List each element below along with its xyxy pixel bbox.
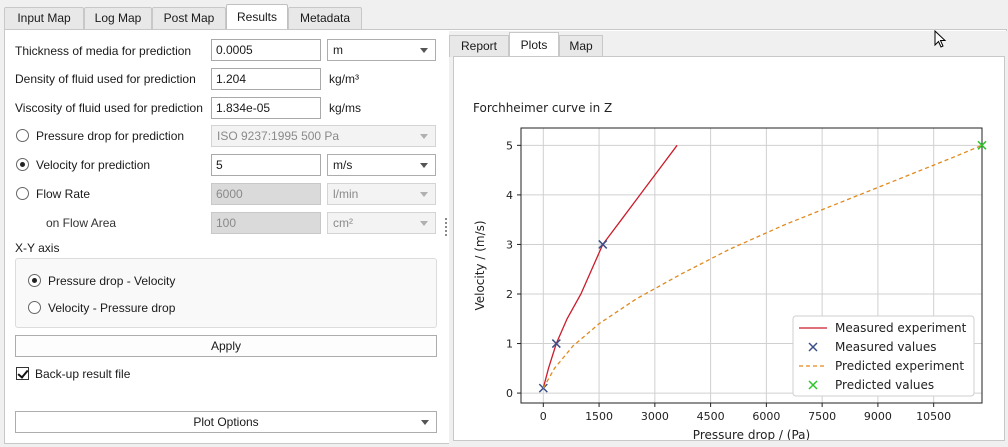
- x-tick-label: 4500: [697, 410, 725, 423]
- legend-entry: Measured experiment: [835, 321, 967, 335]
- tab-post-map[interactable]: Post Map: [152, 7, 226, 29]
- apply-button[interactable]: Apply: [15, 335, 437, 357]
- tab-plots[interactable]: Plots: [509, 32, 559, 57]
- x-tick-label: 7500: [808, 410, 836, 423]
- x-tick-label: 1500: [585, 410, 613, 423]
- flow-rate-input[interactable]: 6000: [211, 183, 321, 205]
- xy-pressure-velocity-radio[interactable]: [28, 274, 41, 287]
- pressure-drop-label: Pressure drop for prediction: [36, 129, 185, 143]
- flow-area-label: on Flow Area: [46, 216, 117, 230]
- y-tick-label: 3: [506, 238, 513, 251]
- flow-area-unit-value: cm²: [333, 216, 353, 230]
- x-tick-label: 10500: [916, 410, 951, 423]
- velocity-unit-value: m/s: [333, 158, 353, 172]
- chart-title: Forchheimer curve in Z: [473, 101, 612, 115]
- chevron-down-icon: [420, 48, 428, 53]
- flow-rate-label: Flow Rate: [36, 187, 91, 201]
- x-tick-label: 6000: [752, 410, 780, 423]
- plot-area: Forchheimer curve in Z 0 1500 3000 4500 6000 7…: [453, 56, 1005, 442]
- viscosity-input[interactable]: 1.834e-05: [211, 97, 321, 119]
- main-tab-bar: Input Map Log Map Post Map Results Metad…: [0, 0, 1008, 30]
- velocity-radio[interactable]: [16, 158, 29, 171]
- y-tick-label: 1: [506, 338, 513, 351]
- flow-rate-unit-select[interactable]: l/min: [327, 183, 436, 205]
- x-tick-label: 3000: [641, 410, 669, 423]
- splitter-handle[interactable]: [445, 218, 448, 238]
- chevron-down-icon: [420, 163, 428, 168]
- xy-axis-title: X-Y axis: [15, 241, 60, 255]
- tab-map[interactable]: Map: [559, 35, 603, 57]
- density-input[interactable]: 1.204: [211, 68, 321, 90]
- flow-area-unit-select[interactable]: cm²: [327, 212, 436, 234]
- viscosity-label: Viscosity of fluid used for prediction: [15, 101, 203, 115]
- y-tick-label: 5: [506, 139, 513, 152]
- pressure-drop-value: ISO 9237:1995 500 Pa: [217, 129, 340, 143]
- y-axis-label: Velocity / (m/s): [473, 220, 487, 310]
- velocity-unit-select[interactable]: m/s: [327, 154, 436, 176]
- flow-area-input[interactable]: 100: [211, 212, 321, 234]
- thickness-unit-value: m: [333, 43, 343, 57]
- legend-entry: Predicted values: [835, 378, 934, 392]
- chevron-down-icon: [420, 192, 428, 197]
- result-view-panel: Report Plots Map Forchheimer curve in Z 0…: [449, 31, 1007, 444]
- density-label: Density of fluid used for prediction: [15, 72, 196, 86]
- pressure-drop-select[interactable]: ISO 9237:1995 500 Pa: [211, 125, 436, 147]
- mouse-cursor-icon: [934, 30, 947, 48]
- x-axis-label: Pressure drop / (Pa): [693, 428, 810, 440]
- plot-options-label: Plot Options: [193, 415, 259, 429]
- y-tick-label: 2: [506, 288, 513, 301]
- velocity-label: Velocity for prediction: [36, 158, 151, 172]
- viscosity-unit: kg/ms: [329, 101, 362, 115]
- legend-entry: Measured values: [835, 340, 936, 354]
- density-unit: kg/m³: [329, 72, 359, 86]
- xy-axis-group: Pressure drop - Velocity Velocity - Pres…: [15, 258, 437, 328]
- flow-rate-unit-value: l/min: [333, 187, 359, 201]
- x-tick-label: 9000: [864, 410, 892, 423]
- y-tick-label: 4: [506, 189, 513, 202]
- measured-experiment-line: [542, 144, 678, 389]
- tab-input-map[interactable]: Input Map: [4, 7, 84, 29]
- flow-rate-radio[interactable]: [16, 187, 29, 200]
- tab-results[interactable]: Results: [226, 4, 288, 30]
- chevron-down-icon: [420, 134, 428, 139]
- xy-velocity-pressure-radio[interactable]: [28, 301, 41, 314]
- chevron-down-icon: [420, 221, 428, 226]
- legend-entry: Predicted experiment: [835, 359, 964, 373]
- backup-checkbox[interactable]: [16, 367, 29, 380]
- thickness-input[interactable]: 0.0005: [211, 39, 321, 61]
- results-panel: Thickness of media for prediction 0.0005…: [4, 29, 1007, 444]
- xy-velocity-pressure-label: Velocity - Pressure drop: [48, 301, 176, 315]
- pressure-drop-radio[interactable]: [16, 129, 29, 142]
- thickness-unit-select[interactable]: m: [327, 39, 436, 61]
- x-tick-label: 0: [540, 410, 547, 423]
- forchheimer-chart: Forchheimer curve in Z 0 1500 3000 4500 6000 7…: [473, 101, 987, 442]
- tab-log-map[interactable]: Log Map: [84, 7, 152, 29]
- thickness-label: Thickness of media for prediction: [15, 44, 192, 58]
- chevron-down-icon: [421, 420, 429, 425]
- backup-label: Back-up result file: [35, 367, 131, 381]
- plot-options-select[interactable]: Plot Options: [15, 411, 437, 433]
- velocity-input[interactable]: 5: [211, 154, 321, 176]
- y-tick-label: 0: [506, 387, 513, 400]
- tab-metadata[interactable]: Metadata: [288, 7, 362, 29]
- tab-report[interactable]: Report: [449, 35, 509, 57]
- xy-pressure-velocity-label: Pressure drop - Velocity: [48, 274, 176, 288]
